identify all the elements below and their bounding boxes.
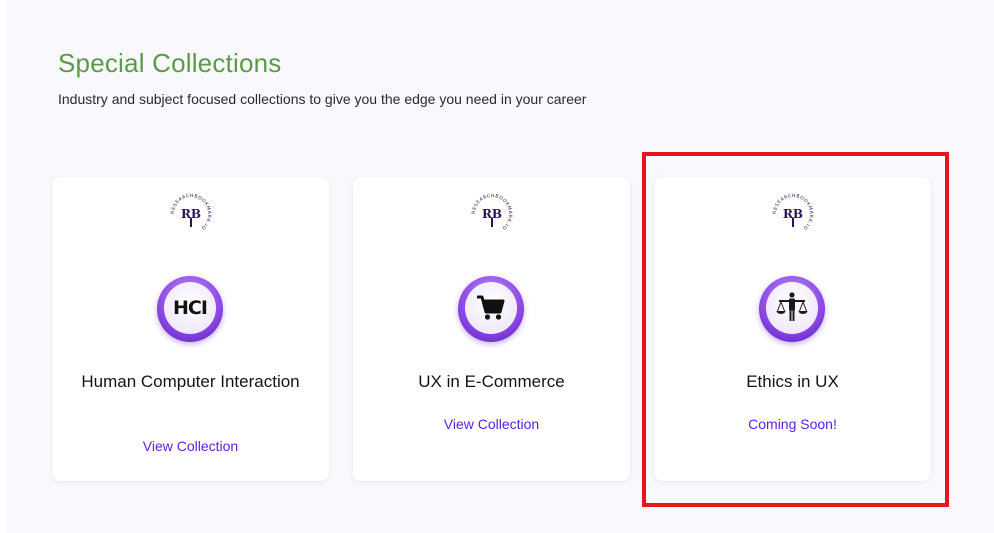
card-title: Ethics in UX [746,372,839,391]
hci-icon-label: HCI [173,297,208,319]
card-title: UX in E-Commerce [418,372,565,391]
view-collection-link[interactable]: View Collection [52,438,329,454]
section-subtitle: Industry and subject focused collections… [58,91,587,107]
researchbookmark-logo-icon: RESEARCHBOOKMARK.IO RB [471,193,513,235]
researchbookmark-logo-icon: RESEARCHBOOKMARK.IO RB [772,193,814,235]
coming-soon-link[interactable]: Coming Soon! [654,416,931,432]
collection-card-ux-ecommerce: RESEARCHBOOKMARK.IO RB UX in E-Commerce … [353,177,630,481]
section-title: Special Collections [58,48,282,78]
collection-card-ethics-ux: RESEARCHBOOKMARK.IO RB Ethics in UX Comi… [654,177,931,481]
hci-icon: HCI [157,276,223,342]
collection-card-hci: RESEARCHBOOKMARK.IO RB HCI Human Compute… [52,177,329,481]
shopping-cart-icon [458,276,524,342]
view-collection-link[interactable]: View Collection [353,416,630,432]
researchbookmark-logo-icon: RESEARCHBOOKMARK.IO RB [170,193,212,235]
justice-scales-icon [759,276,825,342]
card-title: Human Computer Interaction [81,372,300,391]
